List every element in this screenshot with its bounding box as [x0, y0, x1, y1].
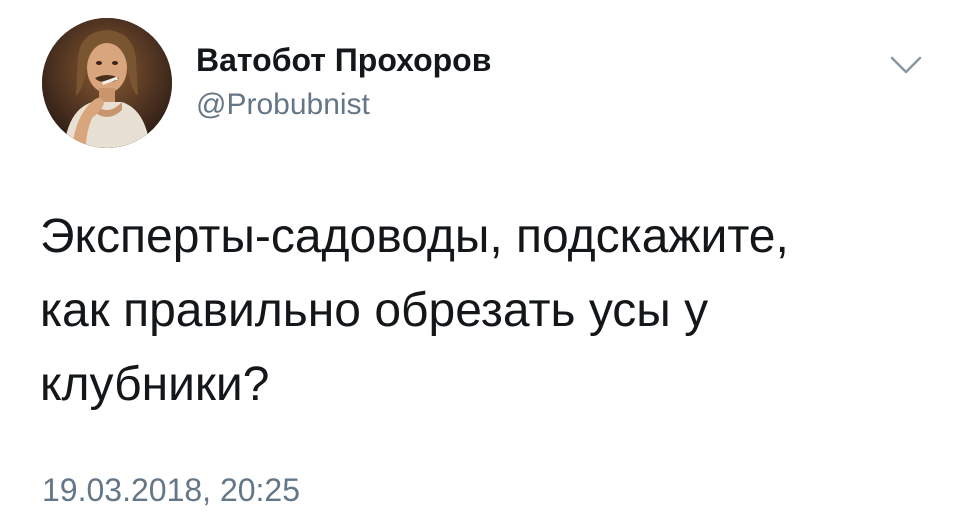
tweet-text: Эксперты-садоводы, подскажите, как прави… — [40, 210, 789, 411]
author-display-name[interactable]: Ватобот Прохоров — [196, 40, 491, 80]
user-avatar-icon — [42, 18, 172, 148]
tweet-timestamp[interactable]: 19.03.2018, 20:25 — [42, 470, 300, 510]
author-handle[interactable]: @Probubnist — [196, 86, 370, 124]
author-avatar[interactable] — [42, 18, 172, 148]
chevron-down-icon[interactable] — [886, 50, 926, 80]
tweet-card: Ватобот Прохоров @Probubnist Эксперты-са… — [0, 0, 960, 529]
